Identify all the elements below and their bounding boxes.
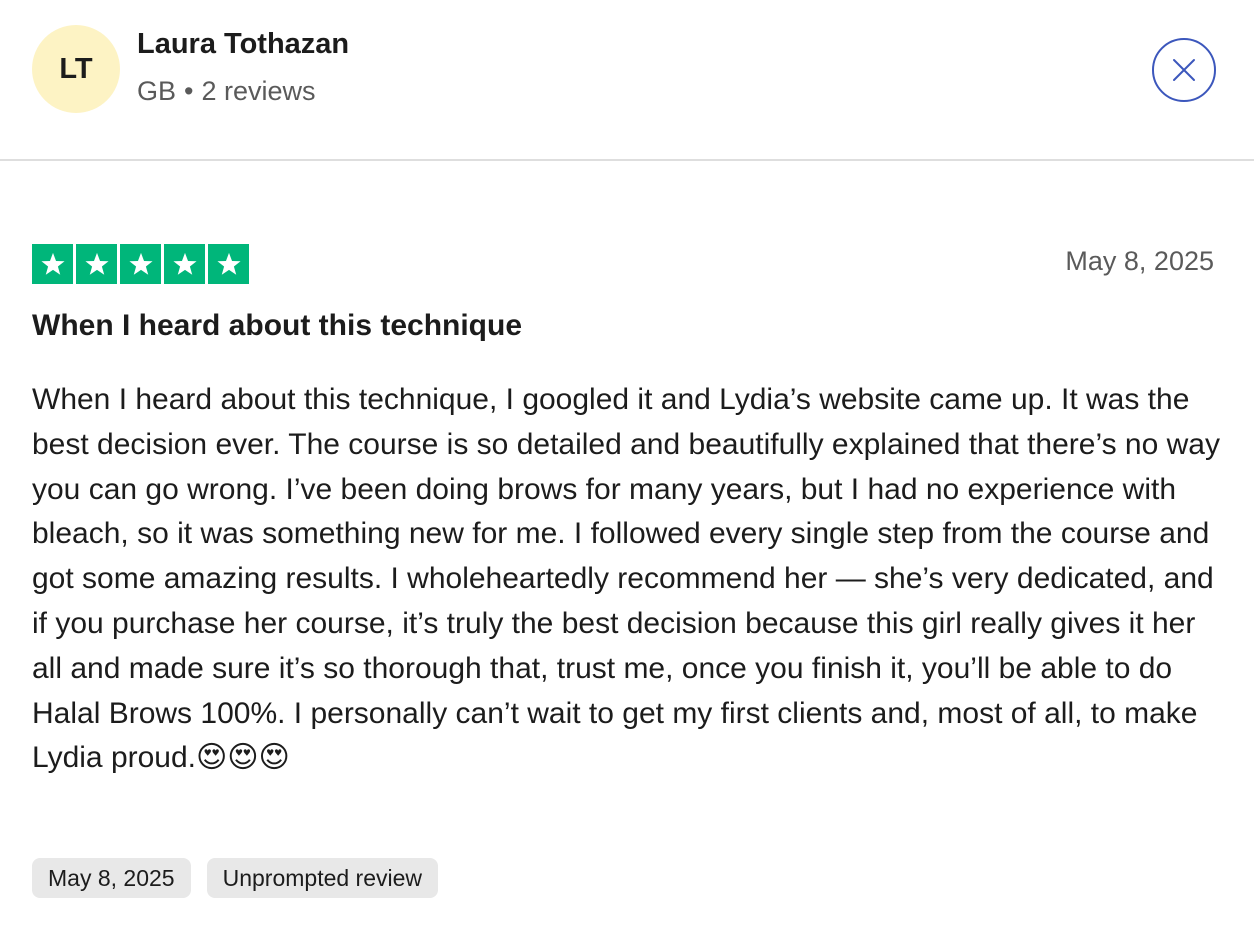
reviewer-meta: GB • 2 reviews <box>137 76 316 107</box>
reviewer-review-count: 2 reviews <box>201 76 316 106</box>
review-type-badge: Unprompted review <box>206 858 439 898</box>
star-icon <box>32 244 73 284</box>
review-date: May 8, 2025 <box>1065 246 1214 276</box>
close-button[interactable] <box>1152 38 1216 102</box>
reviewer-country: GB <box>137 76 177 106</box>
star-rating <box>32 244 249 284</box>
star-icon <box>76 244 117 284</box>
close-icon <box>1173 59 1195 81</box>
meta-separator: • <box>184 76 194 106</box>
avatar: LT <box>32 25 120 113</box>
date-badge: May 8, 2025 <box>32 858 191 898</box>
review-body: When I heard about this technique, I goo… <box>32 383 1220 775</box>
review-tags: May 8, 2025 Unprompted review <box>32 858 439 898</box>
star-icon <box>208 244 249 284</box>
reviewer-header: LT Laura Tothazan GB • 2 reviews <box>0 0 1254 161</box>
star-icon <box>164 244 205 284</box>
reviewer-name: Laura Tothazan <box>137 28 350 60</box>
review-title: When I heard about this technique <box>32 309 523 342</box>
star-icon <box>120 244 161 284</box>
